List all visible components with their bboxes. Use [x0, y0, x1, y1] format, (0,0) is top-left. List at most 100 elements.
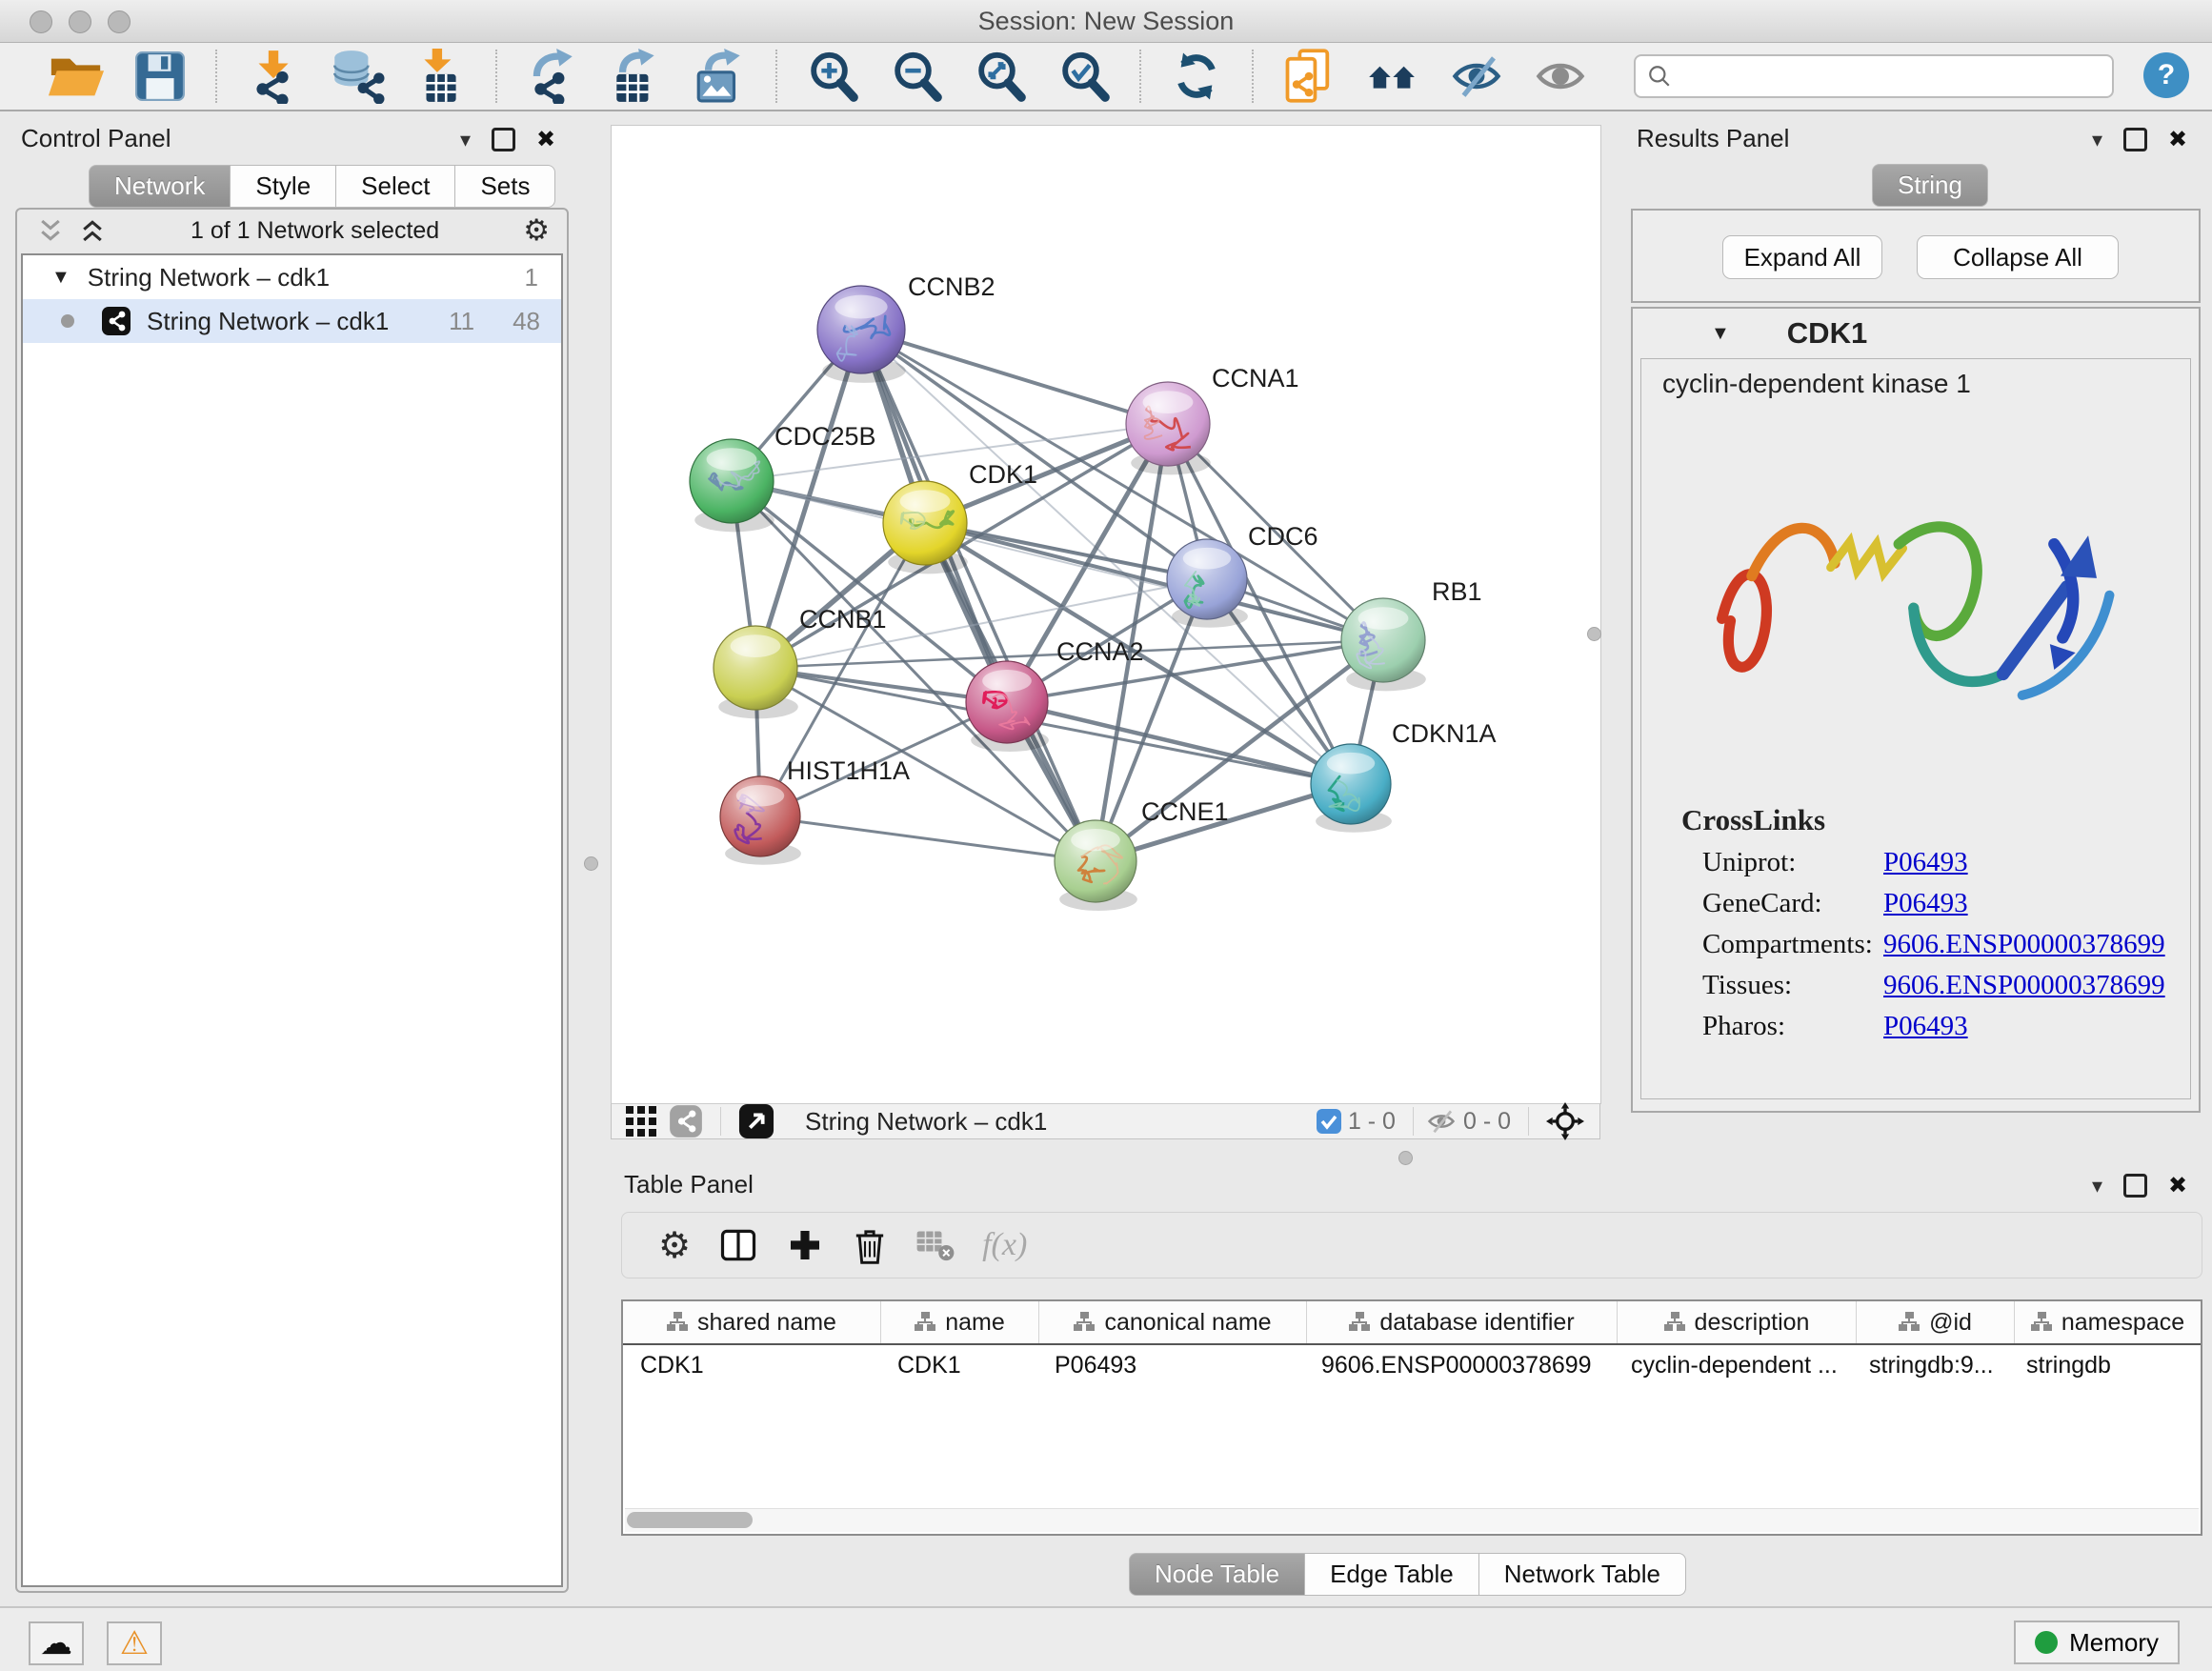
collapse-all-icon[interactable] — [36, 216, 65, 245]
zoom-fit-button[interactable] — [971, 48, 1030, 105]
collapse-triangle-icon[interactable]: ▼ — [1711, 323, 1730, 345]
panel-menu-icon[interactable]: ▾ — [2092, 128, 2102, 152]
tab-node-table[interactable]: Node Table — [1129, 1553, 1305, 1596]
results-panel-controls: ▾ ✖ — [2092, 126, 2187, 153]
hidden-eye-slash-icon[interactable] — [1425, 1107, 1458, 1136]
detach-view-button[interactable] — [738, 1103, 774, 1139]
graph-node-hist1h1a[interactable]: HIST1H1A — [720, 756, 910, 856]
search-input[interactable] — [1679, 58, 2112, 94]
graph-node-ccnb2[interactable]: CCNB2 — [817, 272, 995, 373]
network-row-selected[interactable]: String Network – cdk1 11 48 — [23, 299, 561, 343]
save-session-button[interactable] — [131, 48, 190, 105]
network-list: ▼ String Network – cdk1 1 String Network… — [21, 253, 563, 1587]
cell-name[interactable]: CDK1 — [880, 1352, 1037, 1379]
memory-label: Memory — [2069, 1628, 2159, 1658]
create-column-button[interactable] — [786, 1226, 824, 1264]
import-table-button[interactable] — [411, 48, 470, 105]
tab-select[interactable]: Select — [336, 165, 455, 208]
application-window: Session: New Session — [0, 0, 2212, 1671]
tab-sets[interactable]: Sets — [455, 165, 555, 208]
birds-eye-view-button[interactable] — [1546, 1102, 1584, 1140]
cell-description[interactable]: cyclin-dependent ... — [1614, 1352, 1852, 1379]
panel-menu-icon[interactable]: ▾ — [2092, 1174, 2102, 1198]
expand-triangle-icon[interactable]: ▼ — [51, 267, 70, 289]
close-panel-icon[interactable]: ✖ — [2168, 1172, 2187, 1199]
hide-unhide-button[interactable] — [1447, 48, 1506, 105]
crosslink-link[interactable]: 9606.ENSP00000378699 — [1883, 970, 2165, 1001]
cell-canonical-name[interactable]: P06493 — [1037, 1352, 1304, 1379]
column-header[interactable]: database identifier — [1307, 1301, 1618, 1343]
results-content: ▼ CDK1 cyclin-dependent kinase 1 — [1631, 307, 2201, 1113]
tab-network-table[interactable]: Network Table — [1479, 1553, 1686, 1596]
export-image-button[interactable] — [691, 48, 750, 105]
cell-id[interactable]: stringdb:9... — [1852, 1352, 2009, 1379]
collapse-all-button[interactable]: Collapse All — [1917, 235, 2119, 279]
vertical-splitter-handle[interactable] — [1587, 627, 1601, 641]
table-options-button[interactable]: ⚙ — [658, 1227, 691, 1263]
float-panel-icon[interactable] — [2123, 128, 2147, 151]
export-table-button[interactable] — [607, 48, 666, 105]
network-graph[interactable]: CCNB2CCNA1CDC25BCDK1CDC6RB1CCNB1CCNA2CDK… — [612, 126, 1600, 1103]
column-header[interactable]: canonical name — [1039, 1301, 1307, 1343]
zoom-out-button[interactable] — [887, 48, 946, 105]
show-all-button[interactable] — [1531, 48, 1590, 105]
close-panel-icon[interactable]: ✖ — [2168, 126, 2187, 153]
graph-node-rb1[interactable]: RB1 — [1341, 577, 1482, 682]
help-button[interactable]: ? — [2143, 52, 2189, 98]
cell-database-identifier[interactable]: 9606.ENSP00000378699 — [1304, 1352, 1614, 1379]
horizontal-scrollbar[interactable] — [625, 1508, 2199, 1532]
houses-icon — [1363, 51, 1422, 101]
apply-layout-button[interactable] — [1167, 48, 1226, 105]
expand-all-button[interactable]: Expand All — [1722, 235, 1882, 279]
column-header[interactable]: name — [881, 1301, 1039, 1343]
graph-node-cdk1[interactable]: CDK1 — [883, 460, 1037, 565]
zoom-in-button[interactable] — [803, 48, 862, 105]
graph-node-ccna1[interactable]: CCNA1 — [1126, 364, 1299, 466]
float-panel-icon[interactable] — [2123, 1174, 2147, 1198]
selected-checkbox-icon[interactable] — [1316, 1108, 1342, 1135]
scrollbar-thumb[interactable] — [627, 1512, 753, 1528]
import-network-database-button[interactable] — [327, 48, 386, 105]
crosslink-link[interactable]: P06493 — [1883, 1011, 1968, 1042]
crosslink-link[interactable]: 9606.ENSP00000378699 — [1883, 929, 2165, 960]
cloud-status-button[interactable]: ☁ — [29, 1621, 84, 1665]
tab-style[interactable]: Style — [231, 165, 336, 208]
graph-node-cdkn1a[interactable]: CDKN1A — [1311, 719, 1497, 824]
vertical-splitter-handle[interactable] — [584, 856, 598, 871]
network-collection-row[interactable]: ▼ String Network – cdk1 1 — [23, 255, 561, 299]
network-canvas[interactable]: CCNB2CCNA1CDC25BCDK1CDC6RB1CCNB1CCNA2CDK… — [611, 125, 1601, 1104]
cell-shared-name[interactable]: CDK1 — [623, 1352, 880, 1379]
import-network-file-button[interactable] — [243, 48, 302, 105]
delete-column-button[interactable] — [851, 1224, 889, 1266]
open-session-button[interactable] — [47, 48, 106, 105]
memory-button[interactable]: Memory — [2014, 1621, 2180, 1664]
show-columns-button[interactable] — [717, 1224, 759, 1266]
zoom-selected-button[interactable] — [1055, 48, 1114, 105]
function-builder-button-disabled: f(x) — [982, 1227, 1027, 1263]
tab-string[interactable]: String — [1872, 164, 1988, 207]
close-panel-icon[interactable]: ✖ — [536, 126, 555, 153]
horizontal-splitter-handle[interactable] — [1398, 1151, 1413, 1165]
panel-menu-icon[interactable]: ▾ — [460, 128, 471, 152]
column-header[interactable]: description — [1618, 1301, 1857, 1343]
warnings-button[interactable]: ⚠ — [107, 1621, 162, 1665]
expand-all-icon[interactable] — [78, 216, 107, 245]
table-row[interactable]: CDK1 CDK1 P06493 9606.ENSP00000378699 cy… — [623, 1345, 2201, 1385]
export-network-button[interactable] — [523, 48, 582, 105]
column-header[interactable]: shared name — [623, 1301, 881, 1343]
tab-edge-table[interactable]: Edge Table — [1305, 1553, 1479, 1596]
clone-network-button[interactable] — [1279, 48, 1338, 105]
crosslink-link[interactable]: P06493 — [1883, 888, 1968, 919]
node-label-cdk1: CDK1 — [969, 460, 1037, 489]
options-gear-icon[interactable]: ⚙ — [523, 216, 550, 246]
column-header[interactable]: @id — [1857, 1301, 2015, 1343]
crosslink-link[interactable]: P06493 — [1883, 847, 1968, 878]
node-entry-header[interactable]: ▼ CDK1 — [1637, 312, 2195, 354]
grid-view-button[interactable] — [625, 1105, 657, 1137]
string-home-button[interactable] — [1363, 48, 1422, 105]
network-view-button[interactable] — [669, 1104, 703, 1138]
float-panel-icon[interactable] — [492, 128, 515, 151]
cell-namespace[interactable]: stringdb — [2009, 1352, 2201, 1379]
column-header[interactable]: namespace — [2015, 1301, 2201, 1343]
tab-network[interactable]: Network — [89, 165, 231, 208]
